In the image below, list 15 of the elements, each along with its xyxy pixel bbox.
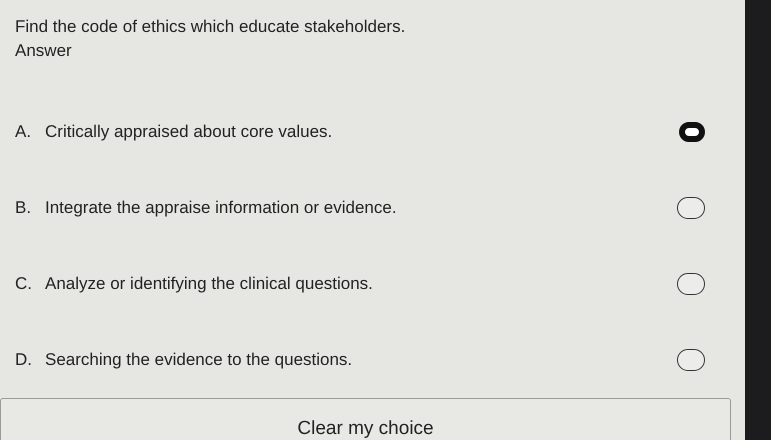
option-text: Integrate the appraise information or evidence. — [45, 197, 398, 220]
answer-label: Answer — [15, 40, 72, 62]
radio-button[interactable] — [677, 197, 705, 219]
radio-button[interactable] — [679, 122, 705, 142]
clear-choice-button[interactable]: Clear my choice — [0, 398, 731, 440]
option-letter: B. — [15, 197, 32, 220]
option-text: Critically appraised about core values. — [45, 121, 334, 144]
option-text: Analyze or identifying the clinical questions. — [45, 273, 374, 296]
question-text: Find the code of ethics which educate stakeholders. — [15, 16, 406, 38]
option-letter: C. — [15, 273, 33, 296]
radio-button[interactable] — [677, 273, 705, 295]
option-letter: D. — [15, 349, 33, 372]
option-letter: A. — [15, 121, 32, 144]
option-text: Searching the evidence to the questions. — [45, 349, 354, 372]
radio-button[interactable] — [677, 349, 705, 371]
